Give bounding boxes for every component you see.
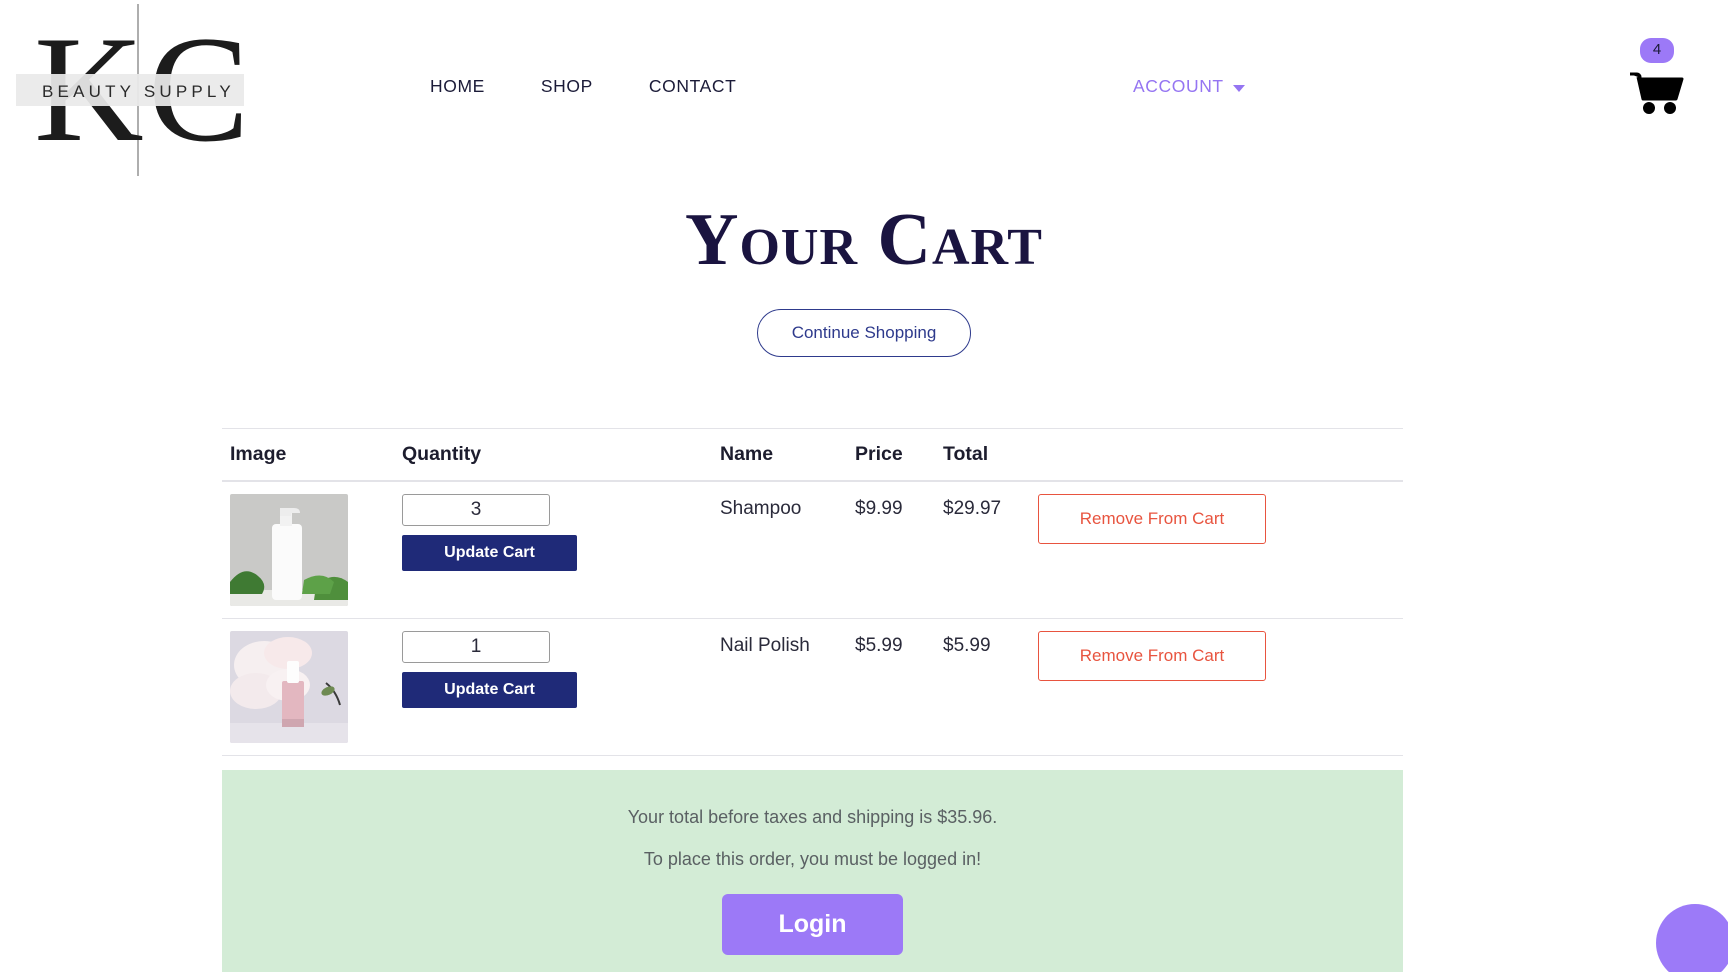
cell-price: $5.99 [847, 618, 935, 756]
checkout-alert-panel: Your total before taxes and shipping is … [222, 770, 1403, 972]
remove-from-cart-button[interactable]: Remove From Cart [1038, 631, 1266, 681]
cart-table: Image Quantity Name Price Total 3 Update… [222, 428, 1403, 756]
cell-quantity: Update Cart [394, 618, 712, 756]
cell-total: $29.97 [935, 481, 1030, 619]
header-name: Name [712, 428, 847, 482]
quantity-input[interactable] [402, 494, 550, 526]
continue-shopping-button[interactable]: Continue Shopping [756, 309, 972, 358]
update-cart-button[interactable]: Update Cart [402, 672, 577, 708]
page-title: Your Cart [685, 199, 1043, 281]
cell-price: $9.99 [847, 481, 935, 619]
cell-actions: Remove From Cart [1030, 618, 1403, 756]
header-total: Total [935, 428, 1030, 482]
nav-item-home[interactable]: HOME [430, 76, 485, 97]
site-header: K C BEAUTY SUPPLY HOME SHOP CONTACT ACCO… [0, 0, 1728, 182]
cart-table-body: Update Cart Shampoo $9.99 $29.97 Remove … [222, 481, 1403, 756]
header-price: Price [847, 428, 935, 482]
chat-fab[interactable] [1656, 904, 1728, 972]
table-row: Update Cart Nail Polish $5.99 $5.99 Remo… [222, 618, 1403, 756]
account-dropdown[interactable]: ACCOUNT [1133, 76, 1245, 97]
remove-from-cart-button[interactable]: Remove From Cart [1038, 494, 1266, 544]
cell-quantity: Update Cart [394, 481, 712, 619]
cell-name: Nail Polish [712, 618, 847, 756]
site-logo[interactable]: K C BEAUTY SUPPLY [8, 0, 248, 180]
cart-page: K C BEAUTY SUPPLY HOME SHOP CONTACT ACCO… [0, 0, 1728, 972]
shopping-cart-icon [1630, 72, 1684, 114]
login-button[interactable]: Login [722, 894, 903, 956]
cart-content: Image Quantity Name Price Total 3 Update… [222, 428, 1403, 972]
table-row: Update Cart Shampoo $9.99 $29.97 Remove … [222, 481, 1403, 619]
table-header-row: Image Quantity Name Price Total [222, 428, 1403, 482]
cell-image [222, 481, 394, 619]
shampoo-bottle-photo [230, 494, 348, 606]
nav-item-contact[interactable]: CONTACT [649, 76, 736, 97]
logo-tagline: BEAUTY SUPPLY [42, 82, 235, 101]
cell-name: Shampoo [712, 481, 847, 619]
cell-actions: Remove From Cart [1030, 481, 1403, 619]
cart-count-badge: 4 [1639, 38, 1675, 63]
login-required-text: To place this order, you must be logged … [643, 849, 982, 870]
cell-total: $5.99 [935, 618, 1030, 756]
header-actions [1030, 428, 1403, 482]
cell-image [222, 618, 394, 756]
quantity-input[interactable] [402, 631, 550, 663]
update-cart-button[interactable]: Update Cart [402, 535, 577, 571]
cart-table-head: Image Quantity Name Price Total [222, 428, 1403, 482]
header-image: Image [222, 428, 394, 482]
nail-polish-photo [230, 631, 348, 743]
continue-shopping-wrap: Continue Shopping [0, 309, 1728, 358]
chevron-down-icon [1232, 84, 1245, 92]
cart-total-text: Your total before taxes and shipping is … [627, 807, 998, 827]
logo-mark: K C BEAUTY SUPPLY [16, 4, 248, 176]
main-navigation: HOME SHOP CONTACT [430, 76, 736, 97]
account-label: ACCOUNT [1133, 76, 1224, 96]
cart-button[interactable]: 4 [1612, 38, 1702, 115]
header-quantity: Quantity [394, 428, 712, 482]
nav-item-shop[interactable]: SHOP [541, 76, 593, 97]
